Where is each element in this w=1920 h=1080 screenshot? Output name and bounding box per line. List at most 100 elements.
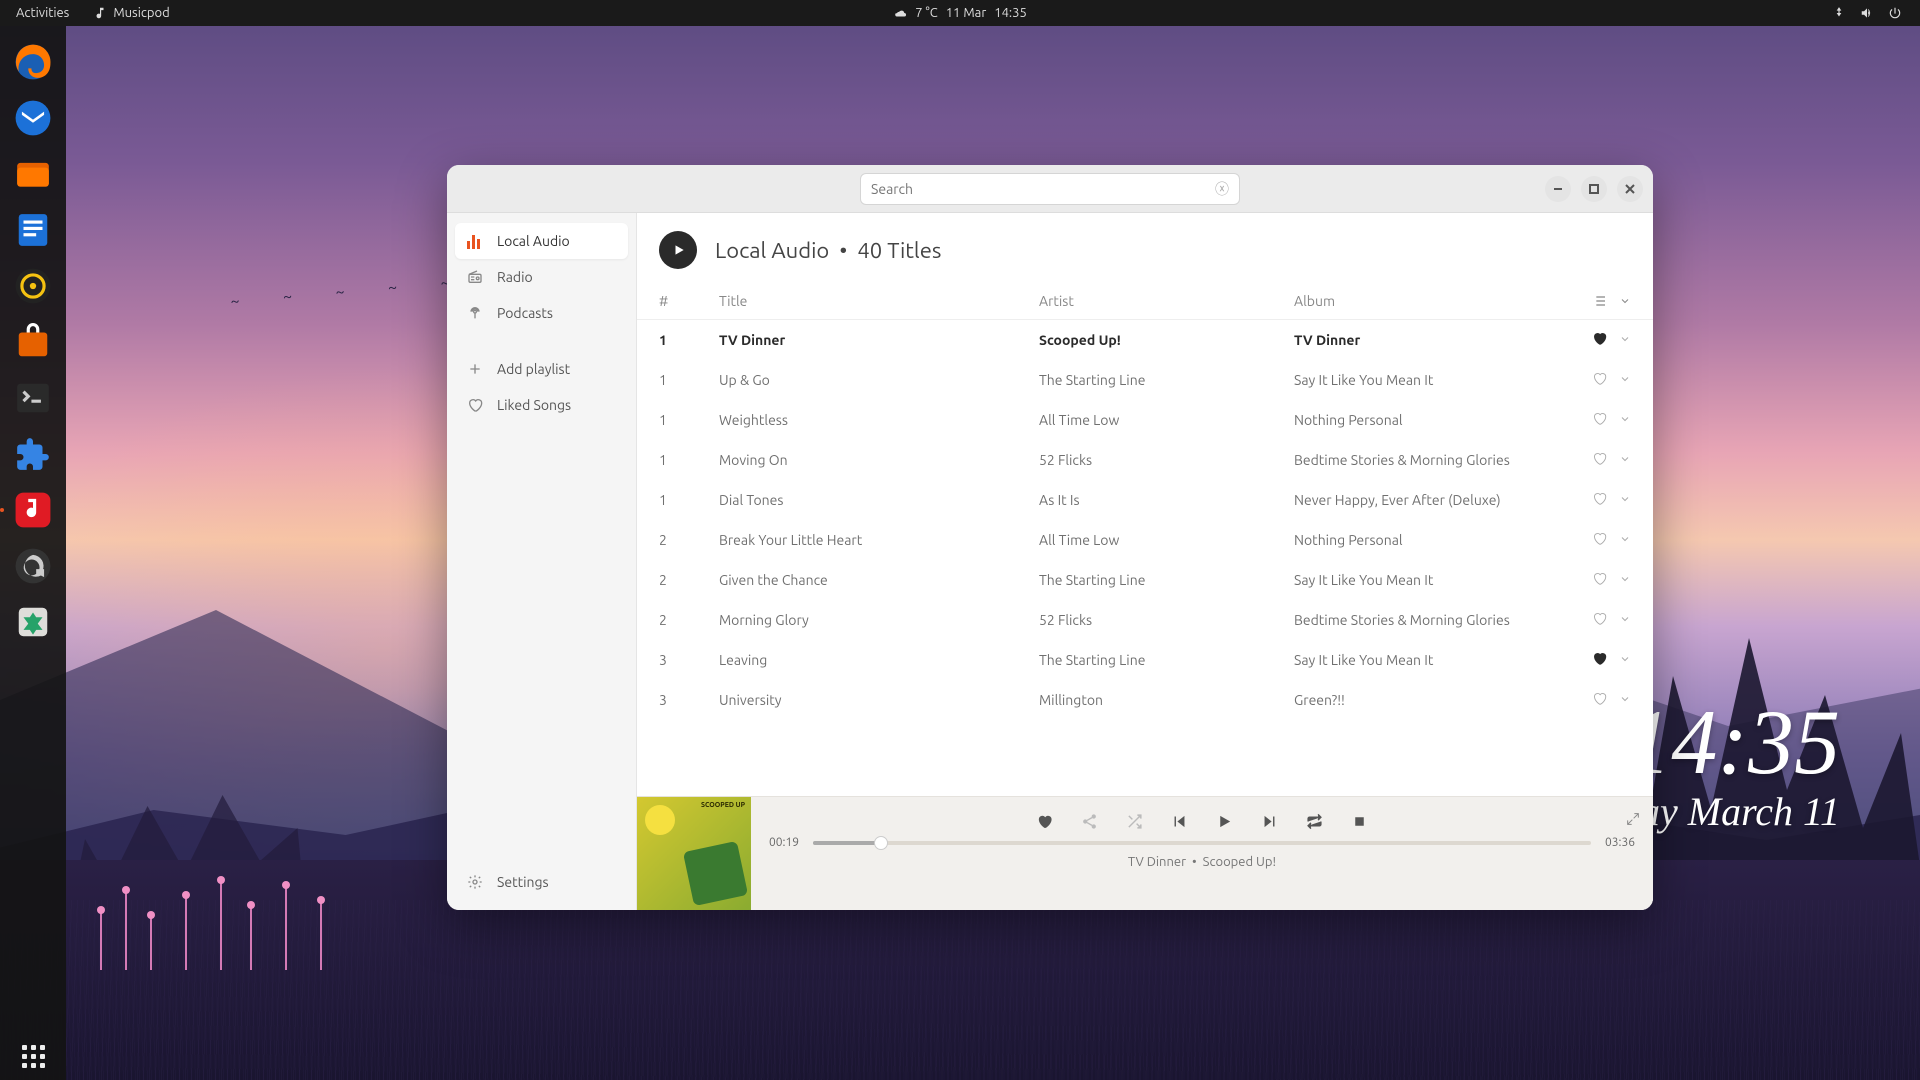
track-menu-button[interactable]	[1619, 492, 1631, 508]
like-track-button[interactable]	[1592, 451, 1607, 469]
track-title: University	[719, 692, 1039, 708]
play-all-button[interactable]	[659, 231, 697, 269]
track-menu-button[interactable]	[1619, 332, 1631, 348]
table-row[interactable]: 1WeightlessAll Time LowNothing Personal	[637, 400, 1653, 440]
track-menu-button[interactable]	[1619, 612, 1631, 628]
table-row[interactable]: 3UniversityMillingtonGreen?!!	[637, 680, 1653, 720]
dock-musicpod[interactable]	[9, 486, 57, 534]
play-button[interactable]	[1216, 813, 1233, 830]
dock-files[interactable]	[9, 150, 57, 198]
close-button[interactable]	[1617, 176, 1643, 202]
track-menu-button[interactable]	[1619, 452, 1631, 468]
like-track-button[interactable]	[1592, 491, 1607, 509]
dock-trash[interactable]	[9, 598, 57, 646]
sidebar-settings[interactable]: Settings	[455, 864, 628, 900]
panel-clock[interactable]: 7 °C 11 Mar 14:35	[893, 6, 1027, 20]
dock-software-store[interactable]	[9, 318, 57, 366]
track-artist: The Starting Line	[1039, 652, 1294, 668]
track-title: Leaving	[719, 652, 1039, 668]
minimize-button[interactable]	[1545, 176, 1571, 202]
table-row[interactable]: 1Dial TonesAs It IsNever Happy, Ever Aft…	[637, 480, 1653, 520]
volume-icon[interactable]	[1860, 6, 1874, 20]
dock-terminal[interactable]	[9, 374, 57, 422]
track-number: 3	[659, 692, 719, 708]
track-menu-button[interactable]	[1619, 572, 1631, 588]
table-row[interactable]: 1Moving On52 FlicksBedtime Stories & Mor…	[637, 440, 1653, 480]
dock-thunderbird[interactable]	[9, 94, 57, 142]
list-view-icon[interactable]	[1591, 293, 1607, 309]
dock	[0, 26, 66, 1080]
sidebar-item-radio[interactable]: Radio	[455, 259, 628, 295]
table-row[interactable]: 2Given the ChanceThe Starting LineSay It…	[637, 560, 1653, 600]
track-number: 1	[659, 332, 719, 348]
sidebar-add-playlist[interactable]: Add playlist	[455, 351, 628, 387]
play-icon	[672, 243, 686, 257]
dock-rhythmbox[interactable]	[9, 262, 57, 310]
like-track-button[interactable]	[1592, 651, 1607, 669]
gear-icon	[467, 874, 483, 890]
like-track-button[interactable]	[1592, 571, 1607, 589]
previous-button[interactable]	[1171, 813, 1188, 830]
podcasts-icon	[467, 305, 483, 321]
expand-player-button[interactable]	[1625, 811, 1641, 831]
dock-puzzle-app[interactable]	[9, 430, 57, 478]
network-icon[interactable]	[1832, 6, 1846, 20]
col-header-artist[interactable]: Artist	[1039, 293, 1294, 309]
like-track-button[interactable]	[1592, 611, 1607, 629]
dock-show-apps[interactable]	[9, 1032, 57, 1080]
track-menu-button[interactable]	[1619, 372, 1631, 388]
like-track-button[interactable]	[1592, 531, 1607, 549]
table-row[interactable]: 3LeavingThe Starting LineSay It Like You…	[637, 640, 1653, 680]
maximize-button[interactable]	[1581, 176, 1607, 202]
page-title: Local Audio • 40 Titles	[715, 238, 941, 263]
stop-button[interactable]	[1351, 813, 1368, 830]
track-title: Dial Tones	[719, 492, 1039, 508]
repeat-button[interactable]	[1306, 813, 1323, 830]
track-menu-button[interactable]	[1619, 692, 1631, 708]
like-track-button[interactable]	[1592, 411, 1607, 429]
track-menu-button[interactable]	[1619, 412, 1631, 428]
next-button[interactable]	[1261, 813, 1278, 830]
track-artist: All Time Low	[1039, 532, 1294, 548]
table-row[interactable]: 2Break Your Little HeartAll Time LowNoth…	[637, 520, 1653, 560]
col-header-num[interactable]: #	[659, 293, 719, 309]
track-album: Nothing Personal	[1294, 532, 1561, 548]
col-header-title[interactable]: Title	[719, 293, 1039, 309]
track-menu-button[interactable]	[1619, 532, 1631, 548]
like-track-button[interactable]	[1592, 331, 1607, 349]
like-button[interactable]	[1036, 813, 1053, 830]
track-list[interactable]: 1TV DinnerScooped Up!TV Dinner1Up & GoTh…	[637, 320, 1653, 796]
table-row[interactable]: 1TV DinnerScooped Up!TV Dinner	[637, 320, 1653, 360]
power-icon[interactable]	[1888, 6, 1902, 20]
share-button[interactable]	[1081, 813, 1098, 830]
track-menu-button[interactable]	[1619, 652, 1631, 668]
track-number: 3	[659, 652, 719, 668]
search-field[interactable]: ⓧ	[860, 173, 1240, 205]
table-header: # Title Artist Album	[637, 283, 1653, 320]
activities-button[interactable]: Activities	[16, 6, 69, 20]
titlebar[interactable]: ⓧ	[447, 165, 1653, 213]
table-row[interactable]: 1Up & GoThe Starting LineSay It Like You…	[637, 360, 1653, 400]
chevron-down-icon[interactable]	[1619, 295, 1631, 307]
table-row[interactable]: 2Morning Glory52 FlicksBedtime Stories &…	[637, 600, 1653, 640]
col-header-album[interactable]: Album	[1294, 293, 1561, 309]
top-panel: Activities Musicpod 7 °C 11 Mar 14:35	[0, 0, 1920, 26]
shuffle-button[interactable]	[1126, 813, 1143, 830]
track-title: Morning Glory	[719, 612, 1039, 628]
track-title: Moving On	[719, 452, 1039, 468]
dock-firefox[interactable]	[9, 38, 57, 86]
album-cover[interactable]: SCOOPED UP	[637, 797, 751, 910]
sidebar-item-podcasts[interactable]: Podcasts	[455, 295, 628, 331]
track-number: 1	[659, 452, 719, 468]
panel-app-indicator[interactable]: Musicpod	[93, 6, 169, 20]
dock-libreoffice-writer[interactable]	[9, 206, 57, 254]
sidebar-liked-songs[interactable]: Liked Songs	[455, 387, 628, 423]
sidebar-item-local-audio[interactable]: Local Audio	[455, 223, 628, 259]
clear-search-icon[interactable]: ⓧ	[1215, 179, 1229, 199]
like-track-button[interactable]	[1592, 691, 1607, 709]
progress-bar[interactable]	[813, 841, 1591, 845]
like-track-button[interactable]	[1592, 371, 1607, 389]
time-elapsed: 00:19	[769, 836, 799, 849]
dock-software-updater[interactable]	[9, 542, 57, 590]
search-input[interactable]	[871, 181, 1215, 197]
